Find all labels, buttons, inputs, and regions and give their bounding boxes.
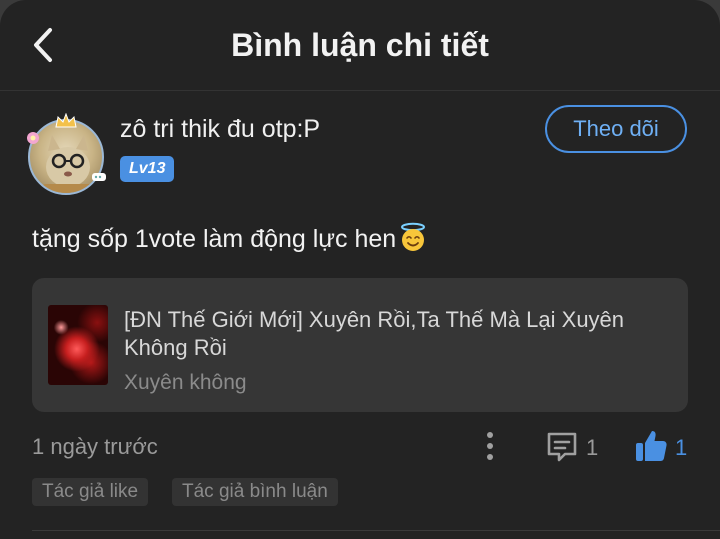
flower-icon xyxy=(27,132,39,144)
story-title: [ĐN Thế Giới Mới] Xuyên Rồi,Ta Thế Mà Lạ… xyxy=(124,307,625,360)
page-title: Bình luận chi tiết xyxy=(231,27,489,63)
story-card[interactable]: [ĐN Thế Giới Mới] Xuyên Rồi,Ta Thế Mà Lạ… xyxy=(32,278,688,412)
reply-button[interactable]: 1 xyxy=(545,430,605,464)
comment-body: tặng sốp 1vote làm động lực hen xyxy=(32,225,397,253)
tag-author-liked: Tác giả like xyxy=(32,478,149,506)
more-options-button[interactable] xyxy=(481,430,499,464)
comment-detail-screen: Bình luận chi tiết zô tri thik đu otp:P xyxy=(0,0,720,539)
crown-icon xyxy=(55,113,77,128)
timestamp: 1 ngày trước xyxy=(32,434,158,459)
like-button[interactable]: 1 xyxy=(634,428,694,464)
story-cover-image xyxy=(48,305,108,385)
follow-button[interactable]: Theo dõi xyxy=(545,105,687,153)
top-bar: Bình luận chi tiết xyxy=(0,0,720,91)
divider xyxy=(32,530,720,531)
sparkle-icon xyxy=(92,173,106,181)
more-vertical-icon xyxy=(487,432,493,460)
tag-author-replied: Tác giả bình luận xyxy=(172,478,338,506)
comment-count: 1 xyxy=(586,435,599,460)
comment-text: tặng sốp 1vote làm động lực hen xyxy=(32,222,428,254)
story-genre: Xuyên không xyxy=(124,371,247,394)
thumbs-up-icon xyxy=(636,431,667,461)
smiling-face-with-halo-icon xyxy=(401,222,426,251)
comment-icon xyxy=(547,432,577,462)
avatar[interactable] xyxy=(24,113,110,199)
level-badge: Lv13 xyxy=(120,156,175,182)
user-name[interactable]: zô tri thik đu otp:P xyxy=(120,115,320,144)
like-count: 1 xyxy=(675,435,688,460)
